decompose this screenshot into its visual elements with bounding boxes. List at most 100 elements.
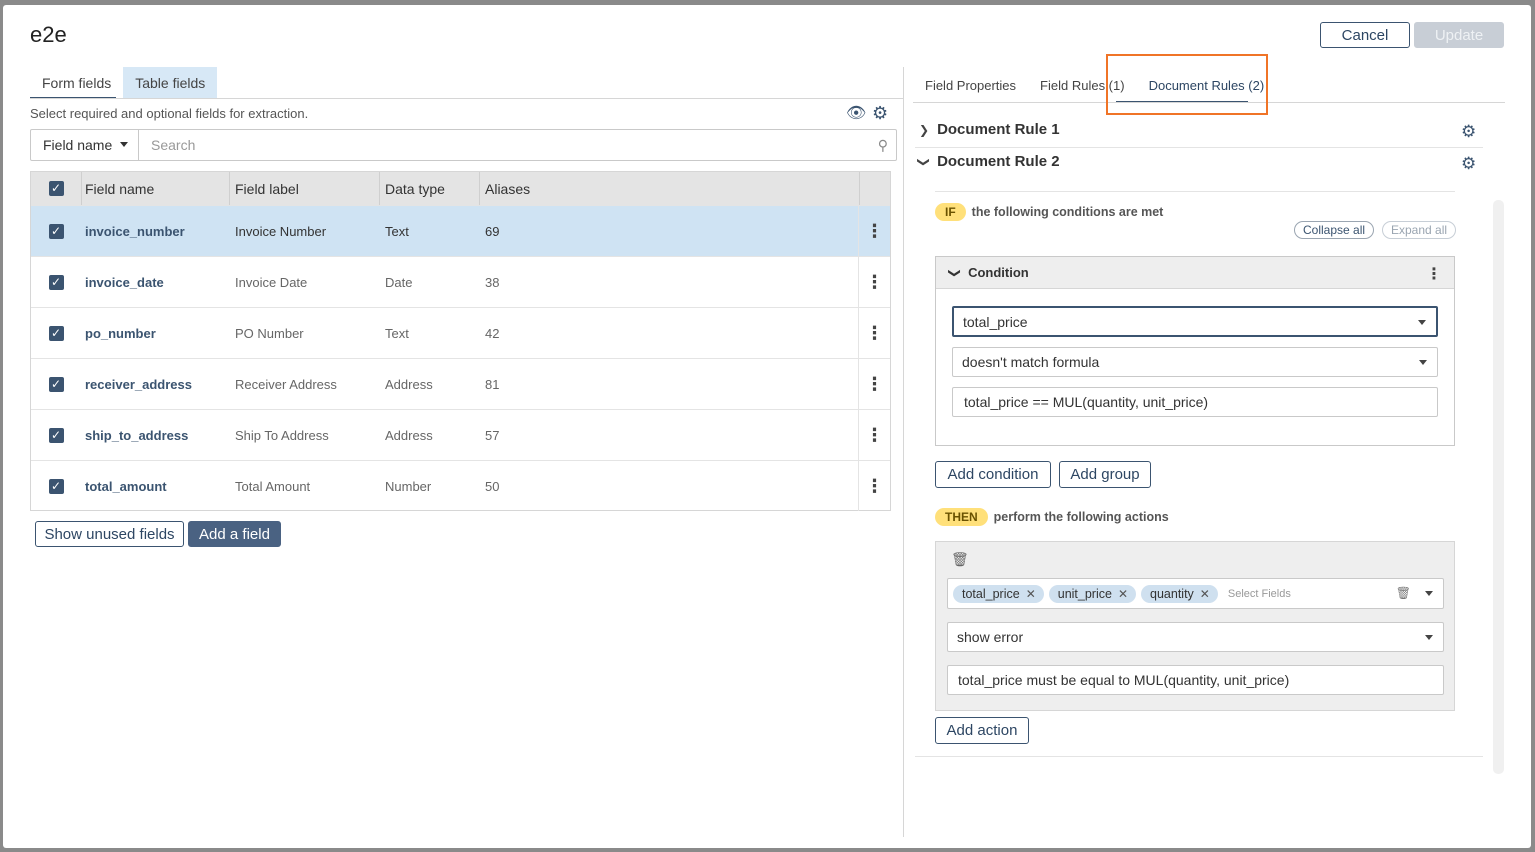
kebab-menu-icon[interactable]: ⋮ bbox=[858, 359, 890, 409]
row-checkbox[interactable]: ✓ bbox=[48, 274, 64, 290]
column-header: Aliases bbox=[485, 180, 531, 197]
rule-divider bbox=[915, 147, 1483, 148]
row-field-name: po_number bbox=[85, 325, 156, 341]
kebab-menu-icon[interactable]: ⋮ bbox=[858, 461, 890, 511]
row-aliases: 50 bbox=[485, 478, 500, 494]
row-checkbox[interactable]: ✓ bbox=[48, 325, 64, 341]
close-icon[interactable]: ✕ bbox=[1118, 587, 1128, 601]
caret-down-icon bbox=[1425, 591, 1433, 596]
condition-operator-value: doesn't match formula bbox=[962, 354, 1100, 370]
rule-title: Document Rule 1 bbox=[937, 121, 1060, 138]
condition-formula-input[interactable]: total_price == MUL(quantity, unit_price) bbox=[952, 387, 1438, 417]
then-text: perform the following actions bbox=[993, 510, 1169, 524]
table-row[interactable]: ✓ receiver_address Receiver Address Addr… bbox=[31, 358, 890, 409]
close-icon[interactable]: ✕ bbox=[1026, 587, 1036, 601]
add-condition-button[interactable]: Add condition bbox=[935, 461, 1051, 488]
caret-down-icon bbox=[1418, 320, 1426, 325]
gear-icon[interactable]: ⚙ bbox=[1461, 123, 1476, 140]
column-divider bbox=[379, 172, 380, 205]
row-field-label: Invoice Number bbox=[235, 223, 327, 239]
kebab-menu-icon[interactable]: ⋮ bbox=[858, 206, 890, 256]
row-checkbox[interactable]: ✓ bbox=[48, 376, 64, 392]
kebab-menu-icon[interactable]: ⋮ bbox=[858, 308, 890, 358]
cancel-button[interactable]: Cancel bbox=[1320, 22, 1410, 48]
fields-table: ✓ Field name Field label Data type Alias… bbox=[30, 171, 891, 511]
table-row[interactable]: ✓ total_amount Total Amount Number 50 ⋮ bbox=[31, 460, 890, 511]
scrollbar[interactable] bbox=[1493, 200, 1504, 774]
show-unused-fields-button[interactable]: Show unused fields bbox=[35, 521, 184, 547]
kebab-menu-icon[interactable]: ⋮ bbox=[858, 410, 890, 460]
row-field-name: invoice_number bbox=[85, 223, 185, 239]
search-field-select[interactable]: Field name bbox=[31, 130, 139, 160]
caret-down-icon bbox=[1419, 360, 1427, 365]
select-fields-placeholder: Select Fields bbox=[1227, 587, 1291, 600]
column-header: Field name bbox=[85, 180, 155, 197]
table-row[interactable]: ✓ ship_to_address Ship To Address Addres… bbox=[31, 409, 890, 460]
condition-formula-value: total_price == MUL(quantity, unit_price) bbox=[964, 394, 1209, 410]
rule-header-1[interactable]: ❯ Document Rule 1 bbox=[919, 121, 1060, 138]
action-type-select[interactable]: show error bbox=[947, 622, 1444, 652]
condition-header[interactable]: ❯ Condition ⋮ bbox=[936, 257, 1454, 289]
row-field-name: invoice_date bbox=[85, 274, 164, 290]
edit-fields-modal: e2e Cancel Update Form fields Table fiel… bbox=[3, 5, 1531, 848]
column-header: Field label bbox=[235, 180, 299, 197]
add-action-button[interactable]: Add action bbox=[935, 717, 1029, 744]
tab-form-fields[interactable]: Form fields bbox=[30, 67, 123, 99]
table-row[interactable]: ✓ invoice_date Invoice Date Date 38 ⋮ bbox=[31, 256, 890, 307]
action-type-value: show error bbox=[957, 629, 1024, 645]
fields-hint: Select required and optional fields for … bbox=[30, 106, 309, 121]
field-chip: quantity ✕ bbox=[1141, 584, 1218, 603]
rule-header-2[interactable]: ❯ Document Rule 2 bbox=[917, 153, 1060, 170]
caret-down-icon bbox=[120, 142, 128, 147]
rule-end-divider bbox=[915, 756, 1483, 757]
field-chip: total_price ✕ bbox=[953, 584, 1044, 603]
search-input[interactable] bbox=[139, 130, 896, 160]
row-data-type: Date bbox=[385, 274, 413, 290]
expand-all-button[interactable]: Expand all bbox=[1382, 221, 1457, 239]
row-field-label: Total Amount bbox=[235, 478, 311, 494]
gear-icon[interactable]: ⚙ bbox=[1461, 155, 1476, 172]
row-checkbox[interactable]: ✓ bbox=[48, 427, 64, 443]
if-pill: IF bbox=[935, 203, 966, 221]
chip-label: quantity bbox=[1150, 586, 1194, 601]
rule-body-divider bbox=[935, 191, 1455, 192]
close-icon[interactable]: ✕ bbox=[1200, 587, 1210, 601]
rule-title: Document Rule 2 bbox=[937, 153, 1060, 170]
action-fields-multiselect[interactable]: total_price ✕ unit_price ✕ quantity ✕ Selec… bbox=[947, 578, 1444, 609]
column-divider bbox=[859, 172, 860, 205]
action-message-value: total_price must be equal to MUL(quantit… bbox=[958, 672, 1290, 688]
left-tabs: Form fields Table fields bbox=[30, 67, 218, 99]
row-data-type: Number bbox=[385, 478, 432, 494]
collapse-all-button[interactable]: Collapse all bbox=[1294, 221, 1375, 239]
row-field-name: receiver_address bbox=[85, 376, 192, 392]
select-all-checkbox[interactable]: ✓ bbox=[48, 181, 64, 196]
kebab-menu-icon[interactable]: ⋮ bbox=[858, 257, 890, 307]
condition-field-select[interactable]: total_price bbox=[952, 306, 1438, 337]
update-button[interactable]: Update bbox=[1414, 22, 1504, 48]
table-row[interactable]: ✓ invoice_number Invoice Number Text 69 … bbox=[31, 205, 890, 256]
highlight-annotation-box bbox=[1106, 54, 1268, 115]
add-field-button[interactable]: Add a field bbox=[188, 521, 281, 547]
modal-title: e2e bbox=[30, 22, 67, 47]
trash-icon[interactable]: 🗑 bbox=[1396, 586, 1411, 600]
row-field-label: Receiver Address bbox=[235, 376, 337, 392]
chevron-right-icon: ❯ bbox=[919, 122, 930, 137]
column-header: Data type bbox=[385, 180, 445, 197]
search-icon: ⚲ bbox=[877, 137, 888, 153]
row-field-name: total_amount bbox=[85, 478, 167, 494]
tab-field-properties[interactable]: Field Properties bbox=[913, 67, 1028, 103]
trash-icon[interactable]: 🗑 bbox=[951, 552, 969, 566]
row-checkbox[interactable]: ✓ bbox=[48, 223, 64, 239]
column-divider bbox=[81, 172, 82, 205]
add-group-button[interactable]: Add group bbox=[1059, 461, 1151, 488]
kebab-menu-icon[interactable]: ⋮ bbox=[1426, 264, 1442, 284]
row-checkbox[interactable]: ✓ bbox=[48, 478, 64, 494]
gear-icon[interactable]: ⚙ bbox=[872, 104, 888, 122]
caret-down-icon bbox=[1425, 635, 1433, 640]
table-row[interactable]: ✓ po_number PO Number Text 42 ⋮ bbox=[31, 307, 890, 358]
condition-operator-select[interactable]: doesn't match formula bbox=[952, 347, 1438, 377]
eye-icon[interactable]: 👁 bbox=[846, 106, 866, 122]
then-section-label: THEN perform the following actions bbox=[935, 508, 1169, 526]
tab-table-fields[interactable]: Table fields bbox=[123, 67, 218, 99]
action-message-input[interactable]: total_price must be equal to MUL(quantit… bbox=[947, 665, 1444, 695]
